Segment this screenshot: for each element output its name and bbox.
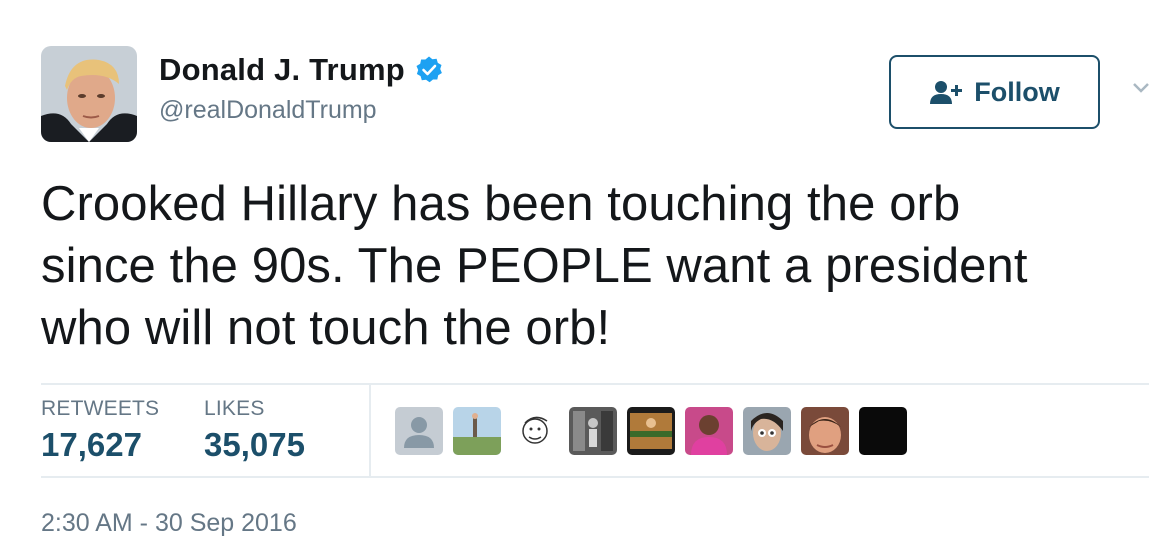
photo-icon xyxy=(569,407,617,455)
tweet-text-line: since the 90s. The PEOPLE want a preside… xyxy=(41,239,1028,293)
default-avatar-icon xyxy=(395,407,443,455)
liker-avatar[interactable] xyxy=(859,407,907,455)
stats-separator xyxy=(369,385,371,476)
liker-avatar[interactable] xyxy=(395,407,443,455)
user-avatar[interactable] xyxy=(41,46,137,142)
likes-count: 35,075 xyxy=(204,426,305,463)
likes-stat[interactable]: LIKES 35,075 xyxy=(204,397,305,464)
follow-button[interactable]: Follow xyxy=(889,55,1100,129)
add-user-icon xyxy=(930,81,963,104)
photo-icon xyxy=(743,407,791,455)
stats-divider-top xyxy=(41,383,1149,385)
photo-icon xyxy=(453,407,501,455)
liker-avatar[interactable] xyxy=(569,407,617,455)
tweet-timestamp[interactable]: 2:30 AM - 30 Sep 2016 xyxy=(41,509,297,538)
photo-icon xyxy=(685,407,733,455)
photo-icon xyxy=(627,407,675,455)
chevron-down-icon[interactable] xyxy=(1133,80,1149,96)
likes-label: LIKES xyxy=(204,397,265,420)
display-name[interactable]: Donald J. Trump xyxy=(159,52,405,88)
photo-icon xyxy=(801,407,849,455)
liker-avatar[interactable] xyxy=(453,407,501,455)
sketch-icon xyxy=(511,407,559,455)
user-handle[interactable]: @realDonaldTrump xyxy=(159,96,377,125)
retweets-count: 17,627 xyxy=(41,426,142,463)
tweet-text: Crooked Hillary has been touching the or… xyxy=(41,173,1131,359)
tweet-text-line: Crooked Hillary has been touching the or… xyxy=(41,177,961,231)
follow-label: Follow xyxy=(974,76,1060,107)
liker-avatar[interactable] xyxy=(685,407,733,455)
liker-avatar[interactable] xyxy=(743,407,791,455)
stats-divider-bottom xyxy=(41,476,1149,478)
name-row: Donald J. Trump xyxy=(159,50,444,90)
verified-badge-icon xyxy=(416,56,442,83)
tweet-text-line: who will not touch the orb! xyxy=(41,301,611,355)
liker-avatars xyxy=(395,407,917,455)
retweets-stat[interactable]: RETWEETS 17,627 xyxy=(41,397,159,464)
liker-avatar[interactable] xyxy=(801,407,849,455)
profile-photo-icon xyxy=(41,46,137,142)
liker-avatar[interactable] xyxy=(627,407,675,455)
liker-avatar[interactable] xyxy=(511,407,559,455)
dark-avatar-icon xyxy=(859,407,907,455)
retweets-label: RETWEETS xyxy=(41,397,160,420)
tweet-card: Donald J. Trump @realDonaldTrump Follow … xyxy=(0,0,1149,554)
